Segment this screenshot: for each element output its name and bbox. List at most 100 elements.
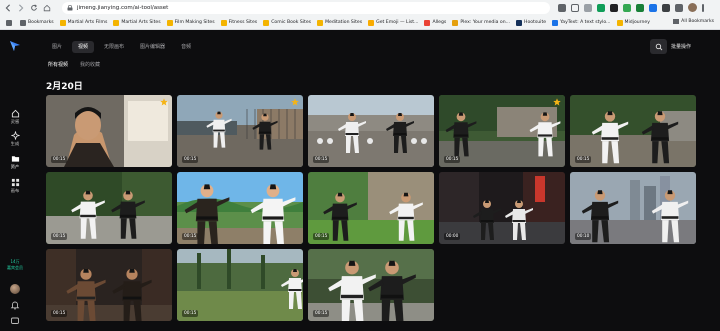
app-main: 灵感 生成 资产 画布 14万 嘉宾会员 图片 视频 无限画布 图片编辑器 音频 批量操… — [0, 30, 720, 331]
url-text[interactable]: jimeng.jianying.com/ai-tool/asset — [77, 5, 168, 11]
subtab-item[interactable]: 我的收藏 — [80, 61, 100, 68]
folder-icon — [368, 19, 375, 26]
forward-icon[interactable] — [16, 3, 26, 13]
video-card[interactable]: 00:15 — [46, 249, 172, 321]
folder-icon — [317, 19, 324, 26]
sparkle-icon — [10, 131, 20, 140]
section-date: 2月20日 — [46, 82, 83, 92]
home-browser-icon[interactable] — [42, 3, 52, 13]
nav-tab[interactable]: 图片编辑器 — [134, 41, 171, 53]
bookmark-item[interactable]: Midjourney — [616, 19, 650, 26]
address-bar[interactable]: jimeng.jianying.com/ai-tool/asset — [62, 2, 550, 14]
favorite-star-icon[interactable] — [553, 98, 561, 106]
video-duration: 00:15 — [313, 156, 330, 163]
bookmark-label: Hootsuite — [523, 20, 547, 25]
subtab-item[interactable]: 所有视频 — [48, 61, 68, 68]
video-card[interactable]: 00:15 — [177, 249, 303, 321]
bookmark-item[interactable]: Get Emoji — List... — [368, 19, 419, 26]
video-card[interactable]: 00:15 — [177, 95, 303, 167]
bookmark-item[interactable]: Martial Arts Films — [59, 19, 107, 26]
video-duration: 00:15 — [575, 156, 592, 163]
apps-grid-icon[interactable] — [6, 19, 14, 26]
sidebar: 灵感 生成 资产 画布 14万 嘉宾会员 — [0, 30, 30, 331]
search-button[interactable] — [650, 39, 667, 54]
video-duration: 00:00 — [444, 233, 461, 240]
video-card[interactable]: 00:15 — [308, 249, 434, 321]
bookmark-label: Comic Book Sites — [271, 20, 312, 25]
extension-green3-icon[interactable] — [636, 3, 644, 12]
folder-icon — [515, 19, 522, 26]
bookmark-label: Allegs — [432, 20, 447, 25]
bookmark-label: Plex: Your media on... — [460, 20, 510, 25]
sidebar-item-canvas[interactable]: 画布 — [0, 178, 30, 194]
bell-icon[interactable] — [10, 300, 20, 310]
bookmark-label: YayText: A text stylo... — [560, 20, 611, 25]
menu-kebab-icon[interactable] — [702, 3, 704, 12]
bookmark-item[interactable]: Film Making Sites — [166, 19, 215, 26]
bookmark-label: Film Making Sites — [174, 20, 215, 25]
user-avatar[interactable] — [10, 284, 20, 294]
sidebar-item-inspiration[interactable]: 灵感 — [0, 109, 30, 125]
nav-tab[interactable]: 无限画布 — [98, 41, 130, 53]
bookmark-label: Get Emoji — List... — [376, 20, 419, 25]
extension-green2-icon[interactable] — [623, 3, 631, 12]
nav-tab[interactable]: 视频 — [72, 41, 95, 53]
video-duration: 00:15 — [313, 233, 330, 240]
bookmark-item[interactable]: Hootsuite — [515, 19, 547, 26]
message-icon[interactable] — [10, 316, 20, 326]
download-icon[interactable] — [675, 3, 683, 12]
bookmarks-bar: Bookmarks Martial Arts Films Martial Arts … — [0, 16, 720, 30]
video-duration: 00:15 — [444, 156, 461, 163]
bookmark-item[interactable]: Fitness Sites — [220, 19, 257, 26]
bookmark-star-icon — [20, 19, 26, 26]
bookmark-item[interactable]: YayText: A text stylo... — [552, 19, 611, 26]
folder-icon — [220, 19, 227, 26]
extensions-puzzle-icon[interactable] — [662, 3, 670, 12]
video-card[interactable]: 00:00 — [439, 172, 565, 244]
sidebar-item-generate[interactable]: 生成 — [0, 131, 30, 147]
profile-avatar[interactable] — [688, 3, 697, 12]
all-bookmarks[interactable]: All Bookmarks — [673, 19, 714, 24]
video-card[interactable]: 00:15 — [46, 172, 172, 244]
folder-icon — [59, 19, 66, 26]
bookmark-item[interactable]: Plex: Your media on... — [452, 19, 510, 26]
extension-blue-icon[interactable] — [649, 3, 657, 12]
browser-toolbar: jimeng.jianying.com/ai-tool/asset — [0, 0, 720, 16]
extension-icon[interactable] — [584, 3, 592, 12]
bookmark-item[interactable]: Martial Arts Sites — [113, 19, 161, 26]
bookmark-star-icon[interactable] — [571, 3, 579, 12]
video-card[interactable]: 00:15 — [46, 95, 172, 167]
bookmark-label: Midjourney — [624, 20, 650, 25]
folder-icon — [263, 19, 270, 26]
search-icon — [655, 43, 662, 50]
video-card[interactable]: 00:15 — [570, 95, 696, 167]
video-card[interactable]: 00:15 — [308, 95, 434, 167]
translate-icon[interactable] — [558, 3, 566, 12]
site-info-icon[interactable] — [67, 5, 73, 11]
nav-tab[interactable]: 图片 — [46, 41, 68, 53]
video-card[interactable]: 00:15 — [308, 172, 434, 244]
bookmark-item[interactable]: Comic Book Sites — [263, 19, 312, 26]
bookmark-item[interactable]: Bookmarks — [20, 19, 54, 26]
video-card[interactable]: 00:15 — [177, 172, 303, 244]
extension-green-icon[interactable] — [597, 3, 605, 12]
bookmark-item[interactable]: Meditation Sites — [317, 19, 362, 26]
video-grid: 00:15 00:15 00:15 00:15 00:15 00:15 00:15 00:15… — [46, 95, 698, 321]
favorite-star-icon[interactable] — [291, 98, 299, 106]
video-duration: 00:15 — [182, 310, 199, 317]
sidebar-item-assets[interactable]: 资产 — [0, 154, 30, 170]
favorite-star-icon[interactable] — [160, 98, 168, 106]
video-card[interactable]: 00:10 — [570, 172, 696, 244]
sidebar-item-label: 灵感 — [10, 119, 20, 124]
back-icon[interactable] — [3, 3, 13, 13]
nav-tab[interactable]: 音频 — [175, 41, 197, 53]
bookmark-item[interactable]: Allegs — [424, 19, 447, 26]
extension-dark-icon[interactable] — [610, 3, 618, 12]
top-nav: 图片 视频 无限画布 图片编辑器 音频 — [46, 41, 201, 53]
video-duration: 00:15 — [51, 233, 68, 240]
logo-icon[interactable] — [9, 40, 21, 52]
reload-icon[interactable] — [29, 3, 39, 13]
credit-badge[interactable]: 14万 嘉宾会员 — [5, 259, 25, 271]
batch-operation-button[interactable]: 批量操作 — [671, 43, 691, 50]
video-card[interactable]: 00:15 — [439, 95, 565, 167]
